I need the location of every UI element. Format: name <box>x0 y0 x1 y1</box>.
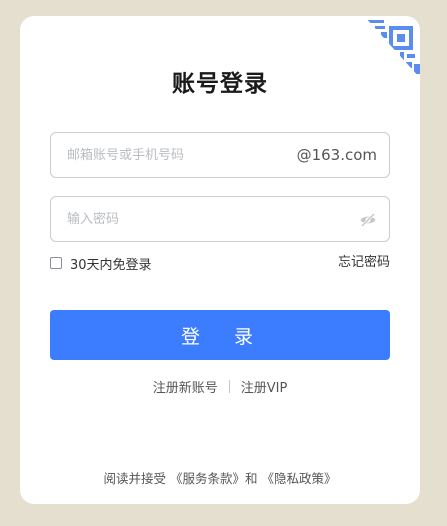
register-links: 注册新账号 注册VIP <box>20 377 420 396</box>
agreement-prefix: 阅读并接受 <box>103 471 166 486</box>
privacy-policy-link[interactable]: 《隐私政策》 <box>262 471 337 486</box>
password-input[interactable] <box>67 197 287 241</box>
agreement-text: 阅读并接受 《服务条款》和 《隐私政策》 <box>20 468 420 487</box>
agreement-and: 和 <box>245 471 258 486</box>
register-vip-link[interactable]: 注册VIP <box>241 377 288 396</box>
link-divider <box>228 380 230 393</box>
login-card: 账号登录 @163.com 30天内免登录 忘记密码 登 录 注册新账号 注册V… <box>20 16 420 504</box>
terms-of-service-link[interactable]: 《服务条款》 <box>170 471 245 486</box>
account-input[interactable] <box>67 133 287 177</box>
remember-checkbox[interactable] <box>50 257 62 269</box>
account-field[interactable]: @163.com <box>50 132 390 178</box>
remember-me[interactable]: 30天内免登录 <box>50 254 152 273</box>
remember-label: 30天内免登录 <box>70 257 152 273</box>
password-field[interactable] <box>50 196 390 242</box>
login-button[interactable]: 登 录 <box>50 310 390 360</box>
forgot-password-link[interactable]: 忘记密码 <box>338 254 390 272</box>
eye-hidden-icon <box>360 213 376 227</box>
domain-suffix: @163.com <box>296 146 377 164</box>
password-visibility-toggle[interactable] <box>359 211 377 229</box>
page-title: 账号登录 <box>172 71 268 97</box>
register-link[interactable]: 注册新账号 <box>153 377 218 396</box>
